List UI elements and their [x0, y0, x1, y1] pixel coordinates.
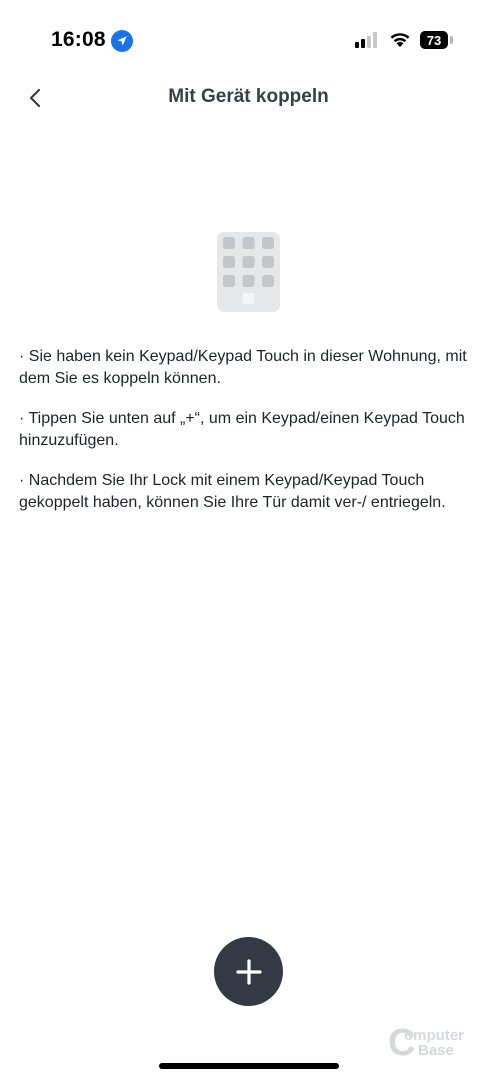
- add-keypad-button[interactable]: [214, 937, 283, 1006]
- battery-cap: [450, 36, 453, 44]
- page-title: Mit Gerät koppeln: [168, 86, 329, 107]
- battery-level: 73: [426, 32, 442, 48]
- battery-icon: 73: [420, 31, 448, 49]
- plus-icon: [235, 958, 262, 985]
- info-paragraph-no-keypad: · Sie haben kein Keypad/Keypad Touch in …: [19, 348, 467, 387]
- nav-bar: Mit Gerät koppeln: [0, 72, 497, 122]
- info-paragraph-after-pairing: · Nachdem Sie Ihr Lock mit einem Keypad/…: [19, 472, 446, 511]
- status-time: 16:08: [51, 28, 106, 51]
- info-text: · Sie haben kein Keypad/Keypad Touch in …: [19, 346, 479, 532]
- location-arrow-icon: [111, 30, 133, 52]
- keypad-icon: [217, 232, 280, 312]
- cellular-signal-icon: [355, 32, 379, 53]
- wifi-icon: [389, 30, 411, 53]
- watermark-line-2: Base: [418, 1042, 454, 1059]
- home-indicator[interactable]: [159, 1063, 339, 1069]
- status-bar: 16:08 73: [0, 0, 497, 80]
- info-paragraph-tap-plus: · Tippen Sie unten auf „+“, um ein Keypa…: [19, 410, 465, 449]
